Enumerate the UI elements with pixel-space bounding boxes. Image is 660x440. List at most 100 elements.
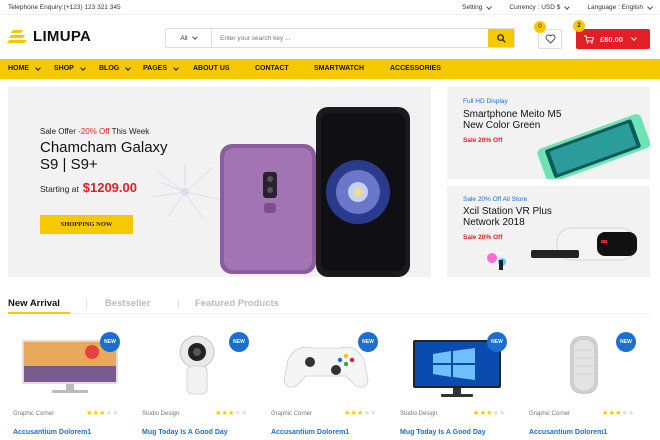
hero-offer: Sale Offer -20% Off This Week [40,127,149,136]
cart-total: £80.00 [600,34,623,44]
product-name[interactable]: Accusantium Dolorem1 [529,429,607,436]
star-rating: ★★★★★ [86,410,119,417]
tab-divider [86,299,87,309]
banner-title-line1: Xcil Station VR Plus [463,206,552,217]
banner-sale: Sale 20% Off [463,137,503,144]
product-tabs: New Arrival Bestseller Featured Products [8,296,650,314]
logo-text: LIMUPA [33,28,92,45]
nav-item-pages[interactable]: PAGES [143,64,179,72]
nav-item-contact[interactable]: CONTACT [255,65,289,72]
setting-dropdown[interactable]: Setting [462,3,493,11]
banner-tag: Full HD Display [463,98,508,105]
tab-new-arrival[interactable]: New Arrival [8,298,60,309]
product-name[interactable]: Accusantium Dolorem1 [13,429,91,436]
star-rating: ★★★★★ [473,410,506,417]
logo[interactable]: LIMUPA [6,28,92,45]
chevron-down-icon [173,64,179,71]
chevron-down-icon [647,3,653,10]
active-tab-underline [8,312,70,314]
hero-title-line1: Chamcham Galaxy [40,139,168,156]
new-badge: NEW [487,332,507,352]
star-rating: ★★★★★ [344,410,377,417]
new-badge: NEW [229,332,249,352]
nav-item-smartwatch[interactable]: SMARTWATCH [314,65,364,72]
search-button[interactable] [488,29,514,47]
banner-smartphone[interactable]: Full HD Display Smartphone Meito M5 New … [447,87,650,179]
nav-item-accessories[interactable]: ACCESSORIES [390,65,441,72]
star-rating: ★★★★★ [602,410,635,417]
main-nav: HOME SHOP BLOG PAGES ABOUT US CONTACT SM… [0,59,660,79]
nav-label: SHOP [54,65,74,72]
heart-icon [545,34,555,44]
product-brand[interactable]: Graphic Corner [13,411,54,417]
banner-title: Xcil Station VR Plus Network 2018 [463,206,552,228]
banner-tag: Sale 20% Off All Store [463,196,528,203]
tab-featured-products[interactable]: Featured Products [195,298,279,309]
cart-button[interactable]: £80.00 2 [573,20,650,49]
telephone-enquiry: Telephone Enquiry:(+123) 123 321 345 [8,4,121,11]
chevron-down-icon [486,3,493,10]
new-badge: NEW [100,332,120,352]
wishlist-button[interactable]: 0 [534,21,562,49]
search-input[interactable] [212,34,488,42]
product-name[interactable]: Mug Today Is A Good Day [142,429,228,436]
banner-vr[interactable]: Sale 20% Off All Store Xcil Station VR P… [447,186,650,277]
hero-title-line2: S9 | S9+ [40,156,98,173]
nav-item-blog[interactable]: BLOG [99,64,132,72]
logo-icon [6,29,30,45]
tab-bestseller[interactable]: Bestseller [105,298,150,309]
currency-dropdown[interactable]: Currency : USD $ [509,3,571,11]
nav-label: BLOG [99,65,120,72]
currency-label: Currency : USD $ [509,4,561,11]
offer-discount: -20% Off [78,127,110,136]
offer-suffix: This Week [111,127,150,136]
setting-label: Setting [462,4,483,11]
hero-title: Chamcham Galaxy S9 | S9+ [40,139,168,173]
starting-at-label: Starting at [40,184,79,194]
hero-slider[interactable]: Sale Offer -20% Off This Week Chamcham G… [8,87,431,277]
cart-icon [584,35,594,44]
product-brand[interactable]: Graphic Corner [271,411,312,417]
banner-title-line2: Network 2018 [463,217,525,228]
search-icon [496,33,506,43]
product-name[interactable]: Accusantium Dolorem1 [271,429,349,436]
offer-prefix: Sale Offer [40,127,76,136]
nav-label: HOME [8,65,29,72]
new-badge: NEW [358,332,378,352]
chevron-down-icon [564,3,571,10]
product-brand[interactable]: Studio Design [400,411,437,417]
product-card[interactable]: NEW Studio Design ★★★★★ Mug Today Is A G… [137,326,257,440]
banner-sale: Sale 20% Off [463,234,503,241]
nav-label: PAGES [143,65,167,72]
language-label: Language : English [587,4,643,11]
nav-item-home[interactable]: HOME [8,64,41,72]
product-brand[interactable]: Graphic Corner [529,411,570,417]
hero-price: $1209.00 [82,180,137,195]
wishlist-count-badge: 0 [534,21,546,33]
search-category-label: All [180,34,188,42]
product-brand[interactable]: Studio Design [142,411,179,417]
product-card[interactable]: NEW Studio Design ★★★★★ Mug Today Is A G… [395,326,515,440]
chevron-down-icon [631,35,637,41]
language-dropdown[interactable]: Language : English [587,3,653,11]
search-bar: All [165,28,515,48]
product-name[interactable]: Mug Today Is A Good Day [400,429,486,436]
tab-divider [178,299,179,309]
product-card[interactable]: NEW Graphic Corner ★★★★★ Accusantium Dol… [8,326,128,440]
chevron-down-icon [125,64,132,71]
nav-item-shop[interactable]: SHOP [54,64,86,72]
chevron-down-icon [191,34,198,40]
product-card[interactable]: NEW Graphic Corner ★★★★★ Accusantium Dol… [524,326,644,440]
banner-title-line2: New Color Green [463,120,541,131]
shop-now-button[interactable]: SHOPPING NOW [40,215,133,234]
star-rating: ★★★★★ [215,410,248,417]
chevron-down-icon [35,64,41,71]
nav-item-about-us[interactable]: ABOUT US [193,65,230,72]
search-category-select[interactable]: All [166,29,212,47]
site-header: LIMUPA All 0 £80.00 2 [0,15,660,59]
top-bar: Telephone Enquiry:(+123) 123 321 345 Set… [0,0,660,15]
cart-count-badge: 2 [573,20,585,32]
chevron-down-icon [80,64,86,71]
product-card[interactable]: NEW Graphic Corner ★★★★★ Accusantium Dol… [266,326,386,440]
hero-price-line: Starting at $1209.00 [40,180,137,195]
